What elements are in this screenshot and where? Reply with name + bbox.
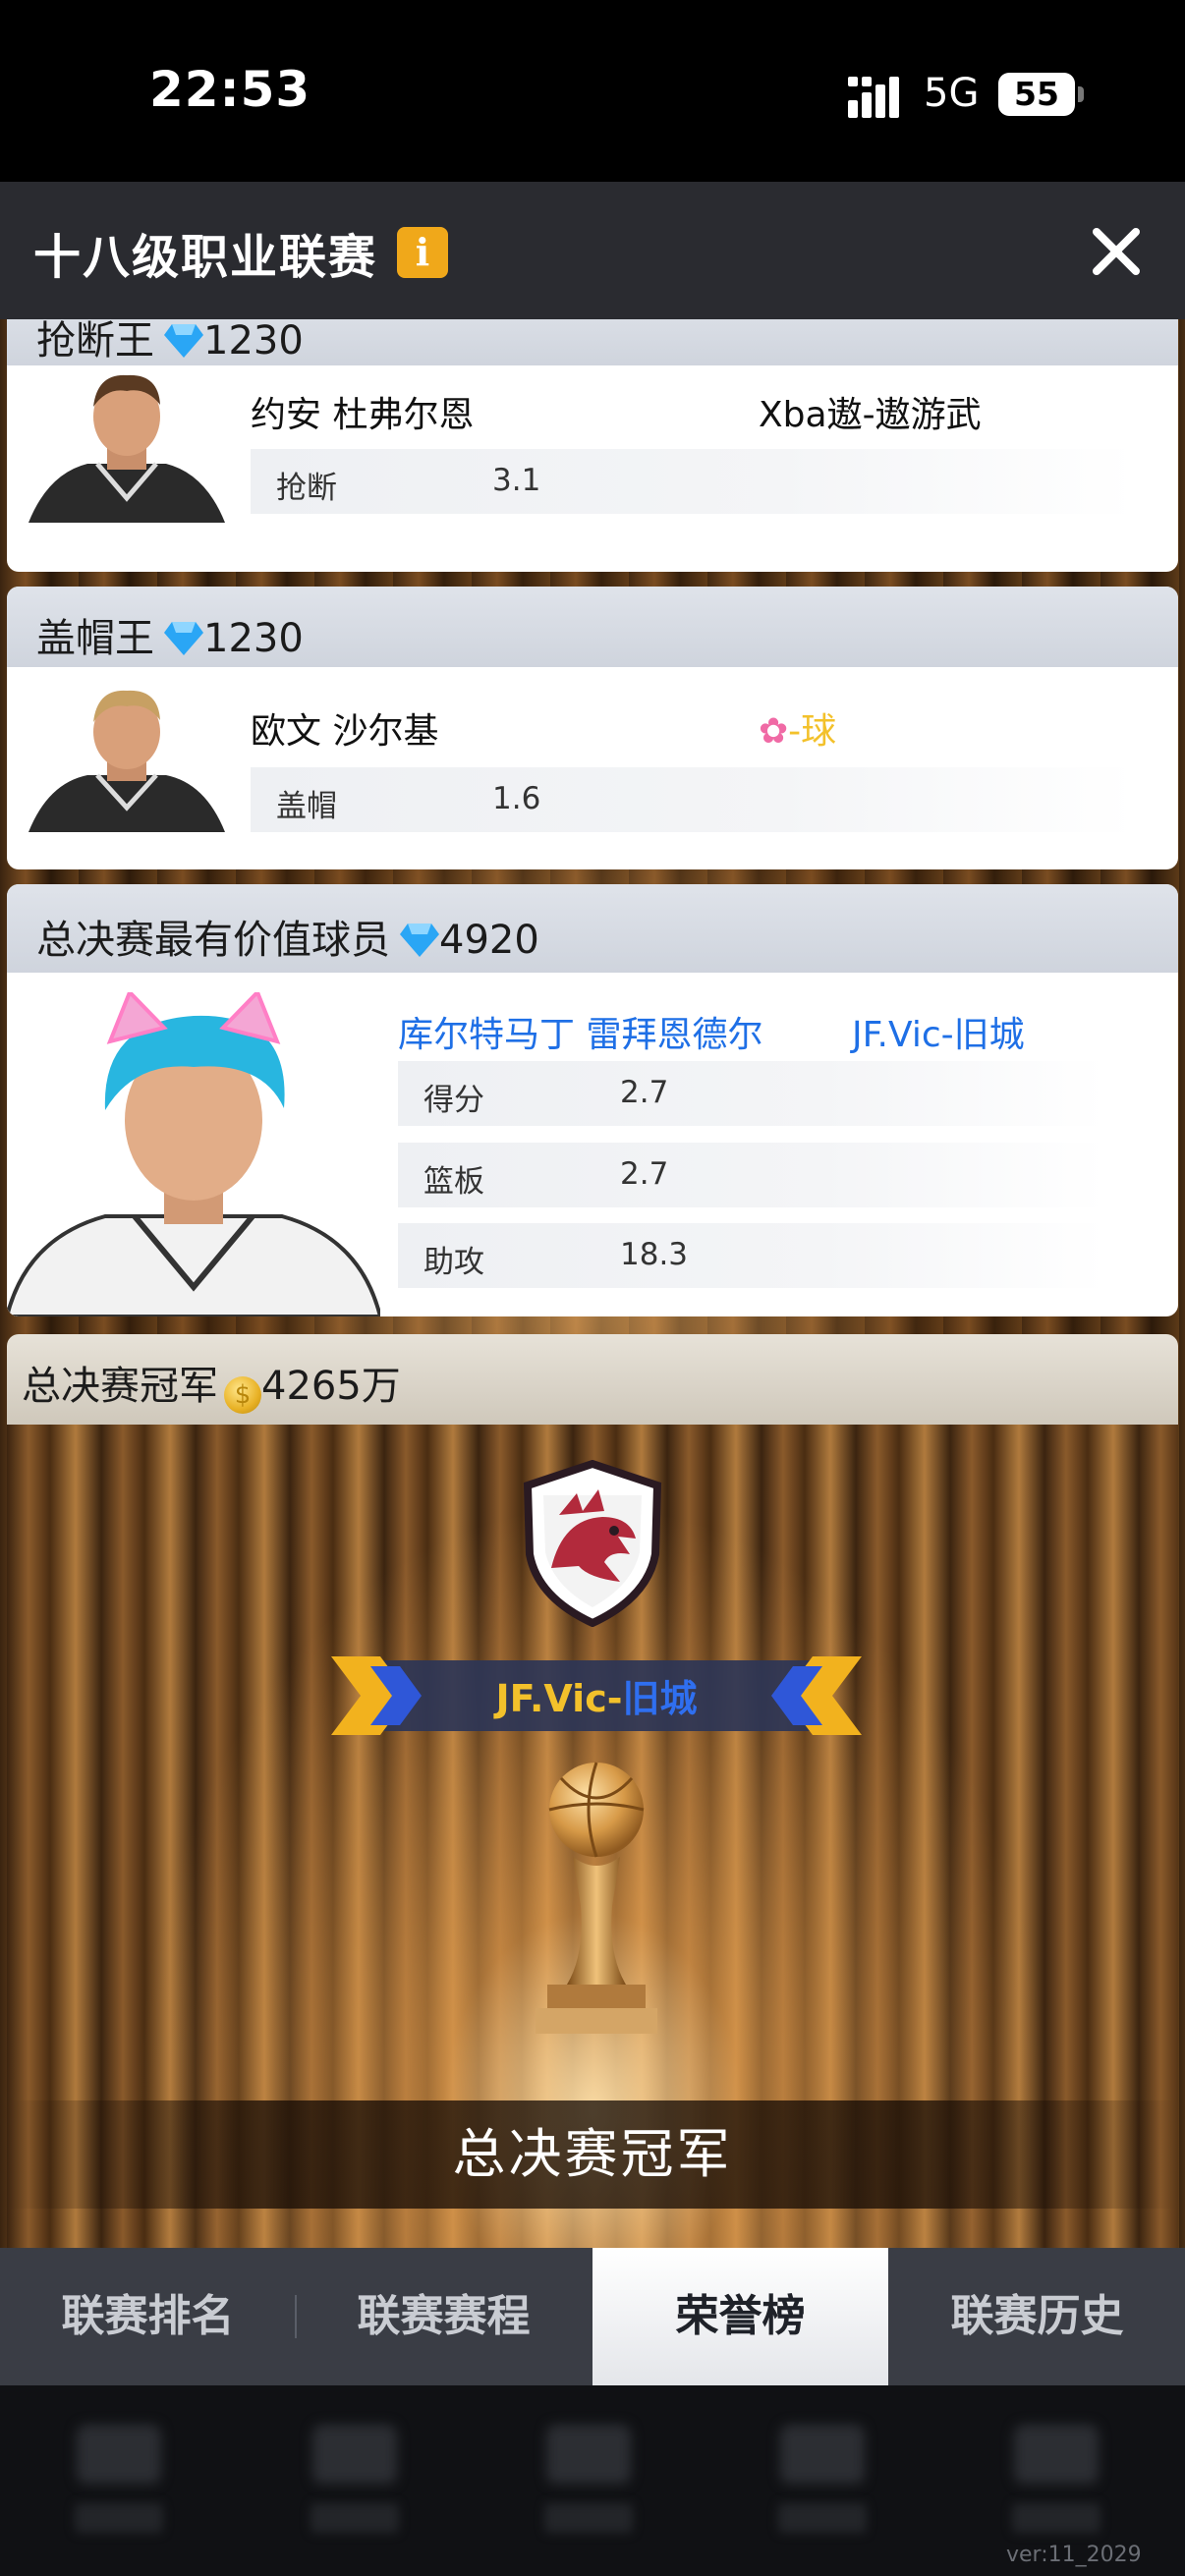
stat-row: 助攻 18.3 (398, 1223, 1105, 1288)
stat-value: 18.3 (620, 1237, 689, 1272)
tab-league-ranking[interactable]: 联赛排名 (0, 2248, 296, 2385)
blurred-nav-icon (1014, 2425, 1099, 2484)
award-card-header: 总决赛最有价值球员 4920 (7, 884, 1178, 973)
champion-team-name: JF.Vic-旧城 (495, 1677, 698, 1720)
blurred-nav-icon (546, 2425, 631, 2484)
award-card-champion: 总决赛冠军 $4265万 JF.Vic-旧城 总决赛冠军 (7, 1334, 1178, 2248)
diamond-icon (164, 324, 203, 358)
blurred-nav-label (75, 2503, 163, 2533)
stat-label: 助攻 (423, 1245, 484, 1280)
battery-icon: 55 (998, 73, 1075, 116)
stat-value: 2.7 (620, 1075, 669, 1110)
close-icon[interactable] (1089, 224, 1144, 279)
player-team: JF.Vic-旧城 (852, 1015, 1025, 1055)
tab-league-schedule[interactable]: 联赛赛程 (296, 2248, 592, 2385)
blurred-nav-label (778, 2503, 867, 2533)
team-logo-icon (523, 1460, 662, 1627)
blurred-nav-icon (780, 2425, 865, 2484)
blurred-nav-icon (77, 2425, 161, 2484)
award-reward: 4920 (439, 918, 539, 963)
blurred-nav-label (310, 2503, 399, 2533)
player-name: 库尔特马丁 雷拜恩德尔 (398, 1015, 763, 1055)
player-avatar (28, 365, 225, 523)
battery-level: 55 (1014, 75, 1059, 113)
tab-honor-list[interactable]: 荣誉榜 (592, 2248, 888, 2385)
stat-row: 盖帽 1.6 (251, 767, 1135, 832)
award-card-fmvp: 总决赛最有价值球员 4920 库尔特马丁 雷拜恩德尔 JF.Vic-旧城 得分 2… (7, 884, 1178, 1316)
award-card-steals: 抢断王 1230 约安 杜弗尔恩 Xba遨-遨游武 抢断 3.1 (7, 319, 1178, 572)
status-time: 22:53 (149, 61, 311, 118)
trophy-icon (536, 1762, 657, 2034)
info-icon[interactable]: i (397, 227, 448, 278)
stat-row: 得分 2.7 (398, 1061, 1105, 1126)
award-title: 总决赛最有价值球员 4920 (36, 918, 539, 963)
award-card-header: 盖帽王 1230 (7, 587, 1178, 667)
player-name: 欧文 沙尔基 (251, 711, 439, 752)
award-title: 抢断王 1230 (36, 319, 304, 364)
award-title: 总决赛冠军 $4265万 (22, 1354, 401, 1414)
network-label: 5G (924, 71, 980, 116)
award-card-blocks: 盖帽王 1230 欧文 沙尔基 ✿-球 盖帽 1.6 (7, 587, 1178, 869)
player-name: 约安 杜弗尔恩 (251, 395, 475, 435)
stat-value: 2.7 (620, 1156, 669, 1192)
champion-label: 总决赛冠军 (452, 2123, 733, 2185)
stat-row: 篮板 2.7 (398, 1143, 1105, 1207)
tab-league-history[interactable]: 联赛历史 (889, 2248, 1185, 2385)
award-title: 盖帽王 1230 (36, 616, 304, 661)
player-avatar (7, 992, 380, 1316)
blurred-nav-label (1012, 2503, 1100, 2533)
player-team: ✿-球 (759, 711, 837, 752)
stat-value: 1.6 (492, 781, 541, 816)
stat-row: 抢断 3.1 (251, 449, 1135, 514)
signal-icon (848, 77, 899, 118)
diamond-icon (400, 924, 439, 957)
stat-value: 3.1 (492, 463, 541, 498)
flower-icon: ✿ (759, 711, 789, 752)
player-team: Xba遨-遨游武 (759, 395, 982, 435)
battery-tip (1078, 86, 1084, 102)
bottom-tabs: 联赛排名 联赛赛程 荣誉榜 联赛历史 (0, 2248, 1185, 2385)
stat-label: 抢断 (276, 471, 337, 506)
page-title: 十八级职业联赛 (33, 230, 378, 285)
coin-icon: $ (224, 1376, 261, 1414)
award-reward: 1230 (203, 319, 304, 364)
player-avatar (28, 685, 225, 832)
version-label: ver:11_2029 (1006, 2543, 1142, 2567)
stat-label: 盖帽 (276, 789, 337, 824)
blurred-nav-label (544, 2503, 633, 2533)
blurred-nav-icon (312, 2425, 397, 2484)
award-reward: 4265万 (261, 1364, 401, 1409)
stat-label: 篮板 (423, 1164, 484, 1200)
award-reward: 1230 (203, 616, 304, 661)
award-card-header: 抢断王 1230 (7, 319, 1178, 365)
stat-label: 得分 (423, 1083, 484, 1118)
diamond-icon (164, 622, 203, 655)
